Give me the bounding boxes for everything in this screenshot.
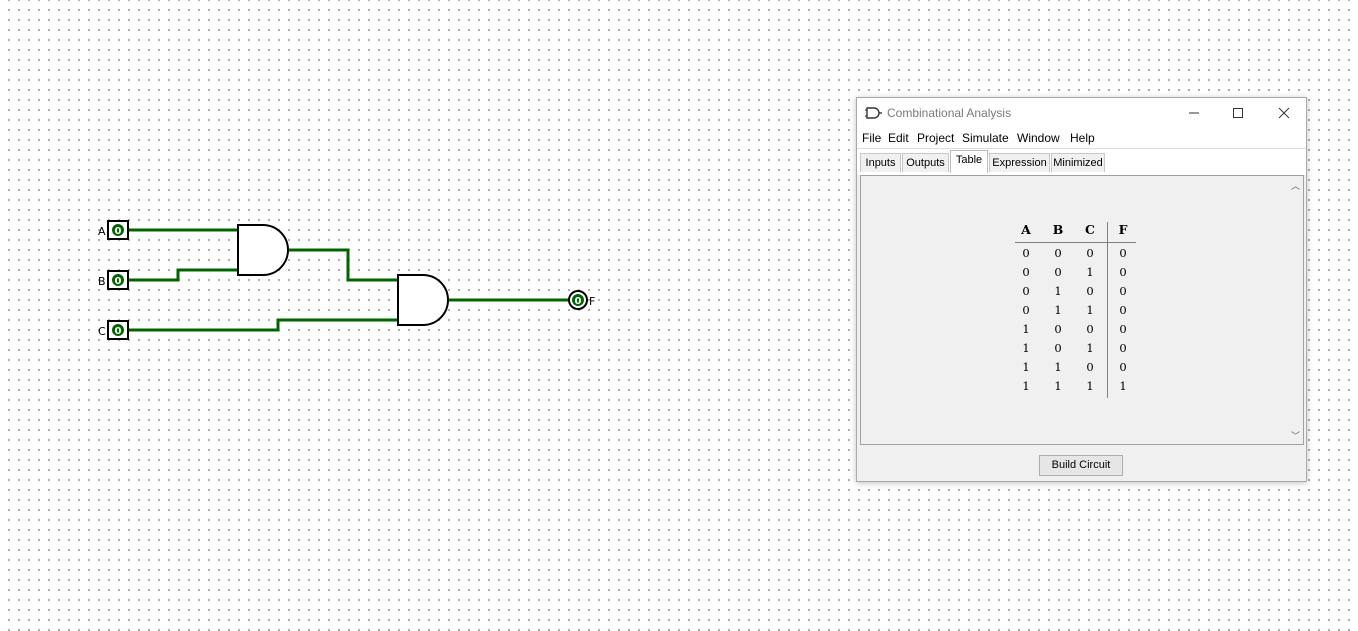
- table-output-divider: [1107, 222, 1108, 398]
- output-value-f: 0: [575, 296, 582, 307]
- table-cell: 1: [1022, 360, 1030, 374]
- pin-label-b: B: [98, 275, 106, 288]
- table-cell: 0: [1086, 246, 1094, 260]
- table-cell: 0: [1022, 265, 1030, 279]
- tab-table[interactable]: Table: [950, 150, 988, 173]
- table-cell: 1: [1086, 341, 1094, 355]
- menu-bar: File Edit Project Simulate Window Help: [857, 128, 1306, 148]
- table-cell: 0: [1054, 265, 1062, 279]
- table-cell[interactable]: 0: [1113, 284, 1133, 298]
- pin-label-c: C: [98, 325, 106, 338]
- wire-b[interactable]: [126, 268, 240, 282]
- table-cell: 1: [1086, 303, 1094, 317]
- and-gate-1[interactable]: [237, 224, 289, 276]
- table-cell[interactable]: 0: [1113, 303, 1133, 317]
- table-cell[interactable]: 0: [1113, 246, 1133, 260]
- table-cell[interactable]: 0: [1113, 322, 1133, 336]
- tab-outputs[interactable]: Outputs: [902, 153, 949, 172]
- menu-project[interactable]: Project: [917, 131, 954, 145]
- wire-c[interactable]: [126, 318, 400, 332]
- table-cell: 0: [1086, 284, 1094, 298]
- input-pin-a[interactable]: A 0: [98, 220, 129, 240]
- table-header-a: A: [1021, 222, 1031, 237]
- table-cell[interactable]: 1: [1113, 379, 1133, 393]
- table-cell: 1: [1022, 379, 1030, 393]
- output-label-f: F: [589, 295, 595, 308]
- menu-file[interactable]: File: [862, 131, 881, 145]
- table-cell: 0: [1054, 341, 1062, 355]
- table-cell: 0: [1054, 322, 1062, 336]
- menu-help[interactable]: Help: [1070, 131, 1095, 145]
- table-cell: 1: [1022, 341, 1030, 355]
- pin-value-c: 0: [115, 326, 122, 337]
- scroll-up-icon[interactable]: ︿: [1291, 179, 1300, 192]
- pin-value-a: 0: [115, 226, 122, 237]
- table-cell: 1: [1086, 379, 1094, 393]
- table-header-f: F: [1118, 222, 1128, 237]
- pin-label-a: A: [98, 225, 106, 238]
- wires: [126, 228, 574, 332]
- table-cell[interactable]: 0: [1113, 341, 1133, 355]
- table-cell: 0: [1022, 246, 1030, 260]
- table-header-c: C: [1085, 222, 1095, 237]
- table-cell: 0: [1022, 284, 1030, 298]
- pin-value-b: 0: [115, 276, 122, 287]
- input-pin-c[interactable]: C 0: [98, 320, 129, 340]
- tab-expression[interactable]: Expression: [989, 153, 1050, 172]
- title-bar[interactable]: Combinational Analysis: [857, 98, 1306, 128]
- and-gate-2[interactable]: [397, 274, 449, 326]
- input-pin-b[interactable]: B 0: [98, 270, 129, 290]
- table-cell: 1: [1054, 303, 1062, 317]
- menu-simulate[interactable]: Simulate: [962, 131, 1009, 145]
- table-header-divider: [1015, 242, 1136, 243]
- tab-bar: Inputs Outputs Table Expression Minimize…: [857, 148, 1306, 175]
- output-pin-f[interactable]: 0 F: [568, 290, 595, 310]
- table-cell[interactable]: 0: [1113, 360, 1133, 374]
- tab-minimized[interactable]: Minimized: [1051, 153, 1105, 172]
- logisim-gate-icon: [865, 107, 882, 119]
- table-cell: 1: [1054, 379, 1062, 393]
- table-cell: 1: [1022, 322, 1030, 336]
- scroll-down-icon[interactable]: ﹀: [1291, 429, 1300, 442]
- wire-and1-out[interactable]: [286, 248, 400, 282]
- table-cell: 0: [1022, 303, 1030, 317]
- close-icon[interactable]: [1261, 98, 1307, 128]
- table-cell: 0: [1086, 322, 1094, 336]
- table-cell: 1: [1054, 284, 1062, 298]
- vertical-scrollbar[interactable]: ︿ ﹀: [1288, 176, 1303, 444]
- menu-edit[interactable]: Edit: [888, 131, 909, 145]
- table-header-b: B: [1052, 222, 1064, 237]
- tab-inputs[interactable]: Inputs: [860, 153, 901, 172]
- table-cell[interactable]: 0: [1113, 265, 1133, 279]
- table-panel: A B C F 0 0 0 0 0 0 1 0 0 1 0 0 0 1 1 0 1 0 0 0 1 0 1 0 1 1 0 0 1 1 1 1 ︿ ﹀: [860, 175, 1304, 445]
- build-circuit-button[interactable]: Build Circuit: [1039, 455, 1123, 476]
- minimize-icon[interactable]: [1171, 98, 1217, 128]
- table-cell: 1: [1054, 360, 1062, 374]
- table-cell: 0: [1054, 246, 1062, 260]
- table-cell: 0: [1086, 360, 1094, 374]
- maximize-icon[interactable]: [1215, 98, 1261, 128]
- menu-window[interactable]: Window: [1017, 131, 1060, 145]
- table-cell: 1: [1086, 265, 1094, 279]
- combinational-analysis-window[interactable]: Combinational Analysis File Edit Project…: [856, 97, 1307, 482]
- window-title: Combinational Analysis: [887, 106, 1012, 120]
